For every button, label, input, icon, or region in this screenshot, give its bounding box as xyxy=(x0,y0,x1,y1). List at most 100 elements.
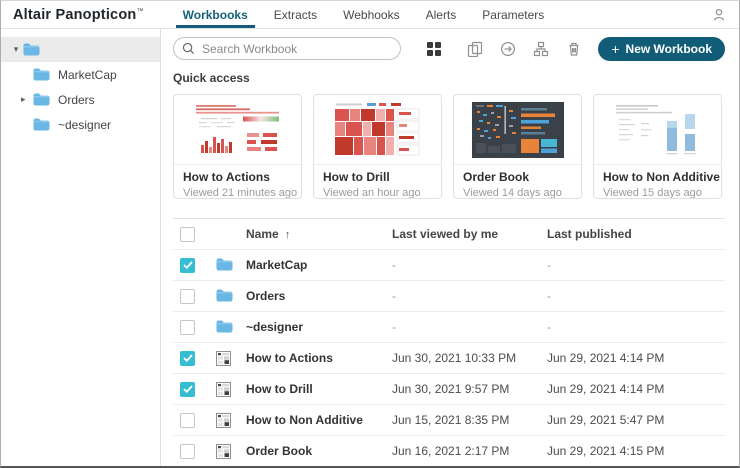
row-last-viewed: Jun 30, 2021 10:33 PM xyxy=(392,351,547,365)
tab-workbooks[interactable]: Workbooks xyxy=(170,1,261,28)
row-last-published: Jun 29, 2021 4:14 PM xyxy=(547,382,725,396)
row-name[interactable]: ~designer xyxy=(246,320,392,334)
top-navigation-bar: Altair Panopticon™ Workbooks Extracts We… xyxy=(1,1,739,29)
row-last-viewed: Jun 30, 2021 9:57 PM xyxy=(392,382,547,396)
row-last-viewed: Jun 15, 2021 8:35 PM xyxy=(392,413,547,427)
table-row-how-to-drill[interactable]: How to Drill Jun 30, 2021 9:57 PM Jun 29… xyxy=(173,374,725,405)
card-how-to-drill[interactable]: How to Drill Viewed an hour ago xyxy=(313,94,442,199)
caret-down-icon[interactable]: ▾ xyxy=(9,44,23,55)
workbook-icon xyxy=(216,413,231,428)
row-name[interactable]: Orders xyxy=(246,289,392,303)
sidebar-item-designer[interactable]: ~designer xyxy=(1,112,160,137)
card-order-book[interactable]: Order Book Viewed 14 days ago xyxy=(453,94,582,199)
move-to-icon[interactable] xyxy=(500,41,516,57)
row-last-published: Jun 29, 2021 5:47 PM xyxy=(547,413,725,427)
card-title: Order Book xyxy=(463,170,572,184)
table-row-marketcap[interactable]: MarketCap - - xyxy=(173,250,725,281)
row-checkbox[interactable] xyxy=(180,289,195,304)
hierarchy-icon[interactable] xyxy=(533,41,549,57)
column-header-last-viewed[interactable]: Last viewed by me xyxy=(392,227,547,241)
sidebar-item-label: ~designer xyxy=(58,118,111,132)
row-last-published: - xyxy=(547,289,725,303)
row-name[interactable]: How to Drill xyxy=(246,382,392,396)
tab-alerts[interactable]: Alerts xyxy=(413,1,470,28)
card-viewed-time: Viewed 21 minutes ago xyxy=(183,187,292,199)
workbooks-toolbar: + New Workbook xyxy=(161,29,739,61)
card-title: How to Drill xyxy=(323,170,432,184)
row-last-published: - xyxy=(547,320,725,334)
workbooks-main-panel: + New Workbook Quick access xyxy=(161,29,739,467)
sidebar-item-label: Orders xyxy=(58,93,95,107)
grid-view-icon[interactable] xyxy=(426,41,442,57)
workbook-icon xyxy=(216,351,231,366)
quick-access-cards: How to Actions Viewed 21 minutes ago xyxy=(173,94,725,199)
card-viewed-time: Viewed an hour ago xyxy=(323,187,432,199)
row-checkbox[interactable] xyxy=(180,258,195,273)
card-how-to-non-additive[interactable]: How to Non Additive Viewed 15 days ago xyxy=(593,94,722,199)
app-logo: Altair Panopticon™ xyxy=(13,7,144,23)
panopticon-app-window: Altair Panopticon™ Workbooks Extracts We… xyxy=(0,0,740,468)
row-name[interactable]: How to Non Additive xyxy=(246,413,392,427)
row-last-viewed: - xyxy=(392,258,547,272)
sort-ascending-icon[interactable]: ↑ xyxy=(285,229,291,241)
card-title: How to Actions xyxy=(183,170,292,184)
workbooks-table: Name↑ Last viewed by me Last published M… xyxy=(173,218,725,467)
column-header-name[interactable]: Name↑ xyxy=(246,227,392,241)
table-row-orders[interactable]: Orders - - xyxy=(173,281,725,312)
row-last-viewed: - xyxy=(392,289,547,303)
sidebar-item-label: MarketCap xyxy=(58,68,117,82)
trademark-symbol: ™ xyxy=(136,8,143,15)
row-last-viewed: Jun 16, 2021 2:17 PM xyxy=(392,444,547,458)
quick-access-title: Quick access xyxy=(173,71,725,85)
row-checkbox[interactable] xyxy=(180,351,195,366)
select-all-checkbox[interactable] xyxy=(180,227,195,242)
app-logo-text: Altair Panopticon xyxy=(13,7,136,23)
thumbnail-how-to-non-additive xyxy=(594,95,721,165)
tab-extracts[interactable]: Extracts xyxy=(261,1,330,28)
caret-right-icon[interactable]: ▸ xyxy=(21,94,33,105)
thumbnail-how-to-actions xyxy=(174,95,301,165)
tab-parameters[interactable]: Parameters xyxy=(469,1,557,28)
column-header-last-published[interactable]: Last published xyxy=(547,227,725,241)
delete-icon[interactable] xyxy=(566,41,582,57)
folder-icon xyxy=(23,43,40,56)
new-workbook-label: New Workbook xyxy=(626,42,712,56)
user-account-icon[interactable] xyxy=(711,7,727,23)
folder-icon xyxy=(216,258,233,271)
row-checkbox[interactable] xyxy=(180,320,195,335)
folder-icon xyxy=(33,68,50,81)
toolbar-icon-group xyxy=(426,41,582,57)
card-how-to-actions[interactable]: How to Actions Viewed 21 minutes ago xyxy=(173,94,302,199)
row-name[interactable]: How to Actions xyxy=(246,351,392,365)
sidebar-item-marketcap[interactable]: MarketCap xyxy=(1,62,160,87)
row-name[interactable]: MarketCap xyxy=(246,258,392,272)
row-checkbox[interactable] xyxy=(180,444,195,459)
folder-icon xyxy=(33,118,50,131)
main-nav-tabs: Workbooks Extracts Webhooks Alerts Param… xyxy=(170,1,558,28)
search-input[interactable] xyxy=(202,42,392,56)
card-viewed-time: Viewed 15 days ago xyxy=(603,187,712,199)
row-last-published: Jun 29, 2021 4:15 PM xyxy=(547,444,725,458)
table-row-how-to-non-additive[interactable]: How to Non Additive Jun 15, 2021 8:35 PM… xyxy=(173,405,725,436)
table-row-order-book[interactable]: Order Book Jun 16, 2021 2:17 PM Jun 29, … xyxy=(173,436,725,467)
row-checkbox[interactable] xyxy=(180,413,195,428)
row-checkbox[interactable] xyxy=(180,382,195,397)
workbook-icon xyxy=(216,382,231,397)
row-name[interactable]: Order Book xyxy=(246,444,392,458)
sidebar-item-root-folder[interactable]: ▾ xyxy=(1,37,160,62)
plus-icon: + xyxy=(611,42,619,56)
folder-tree-sidebar: ▾ MarketCap ▸ xyxy=(1,29,161,467)
table-row-how-to-actions[interactable]: How to Actions Jun 30, 2021 10:33 PM Jun… xyxy=(173,343,725,374)
folder-icon xyxy=(216,289,233,302)
copy-icon[interactable] xyxy=(467,41,483,57)
folder-icon xyxy=(33,93,50,106)
workbook-icon xyxy=(216,444,231,459)
new-workbook-button[interactable]: + New Workbook xyxy=(598,37,725,61)
table-row-designer[interactable]: ~designer - - xyxy=(173,312,725,343)
sidebar-item-orders[interactable]: ▸ Orders xyxy=(1,87,160,112)
thumbnail-order-book xyxy=(454,95,581,165)
tab-webhooks[interactable]: Webhooks xyxy=(330,1,412,28)
folder-icon xyxy=(216,320,233,333)
thumbnail-how-to-drill xyxy=(314,95,441,165)
card-title: How to Non Additive xyxy=(603,170,712,184)
